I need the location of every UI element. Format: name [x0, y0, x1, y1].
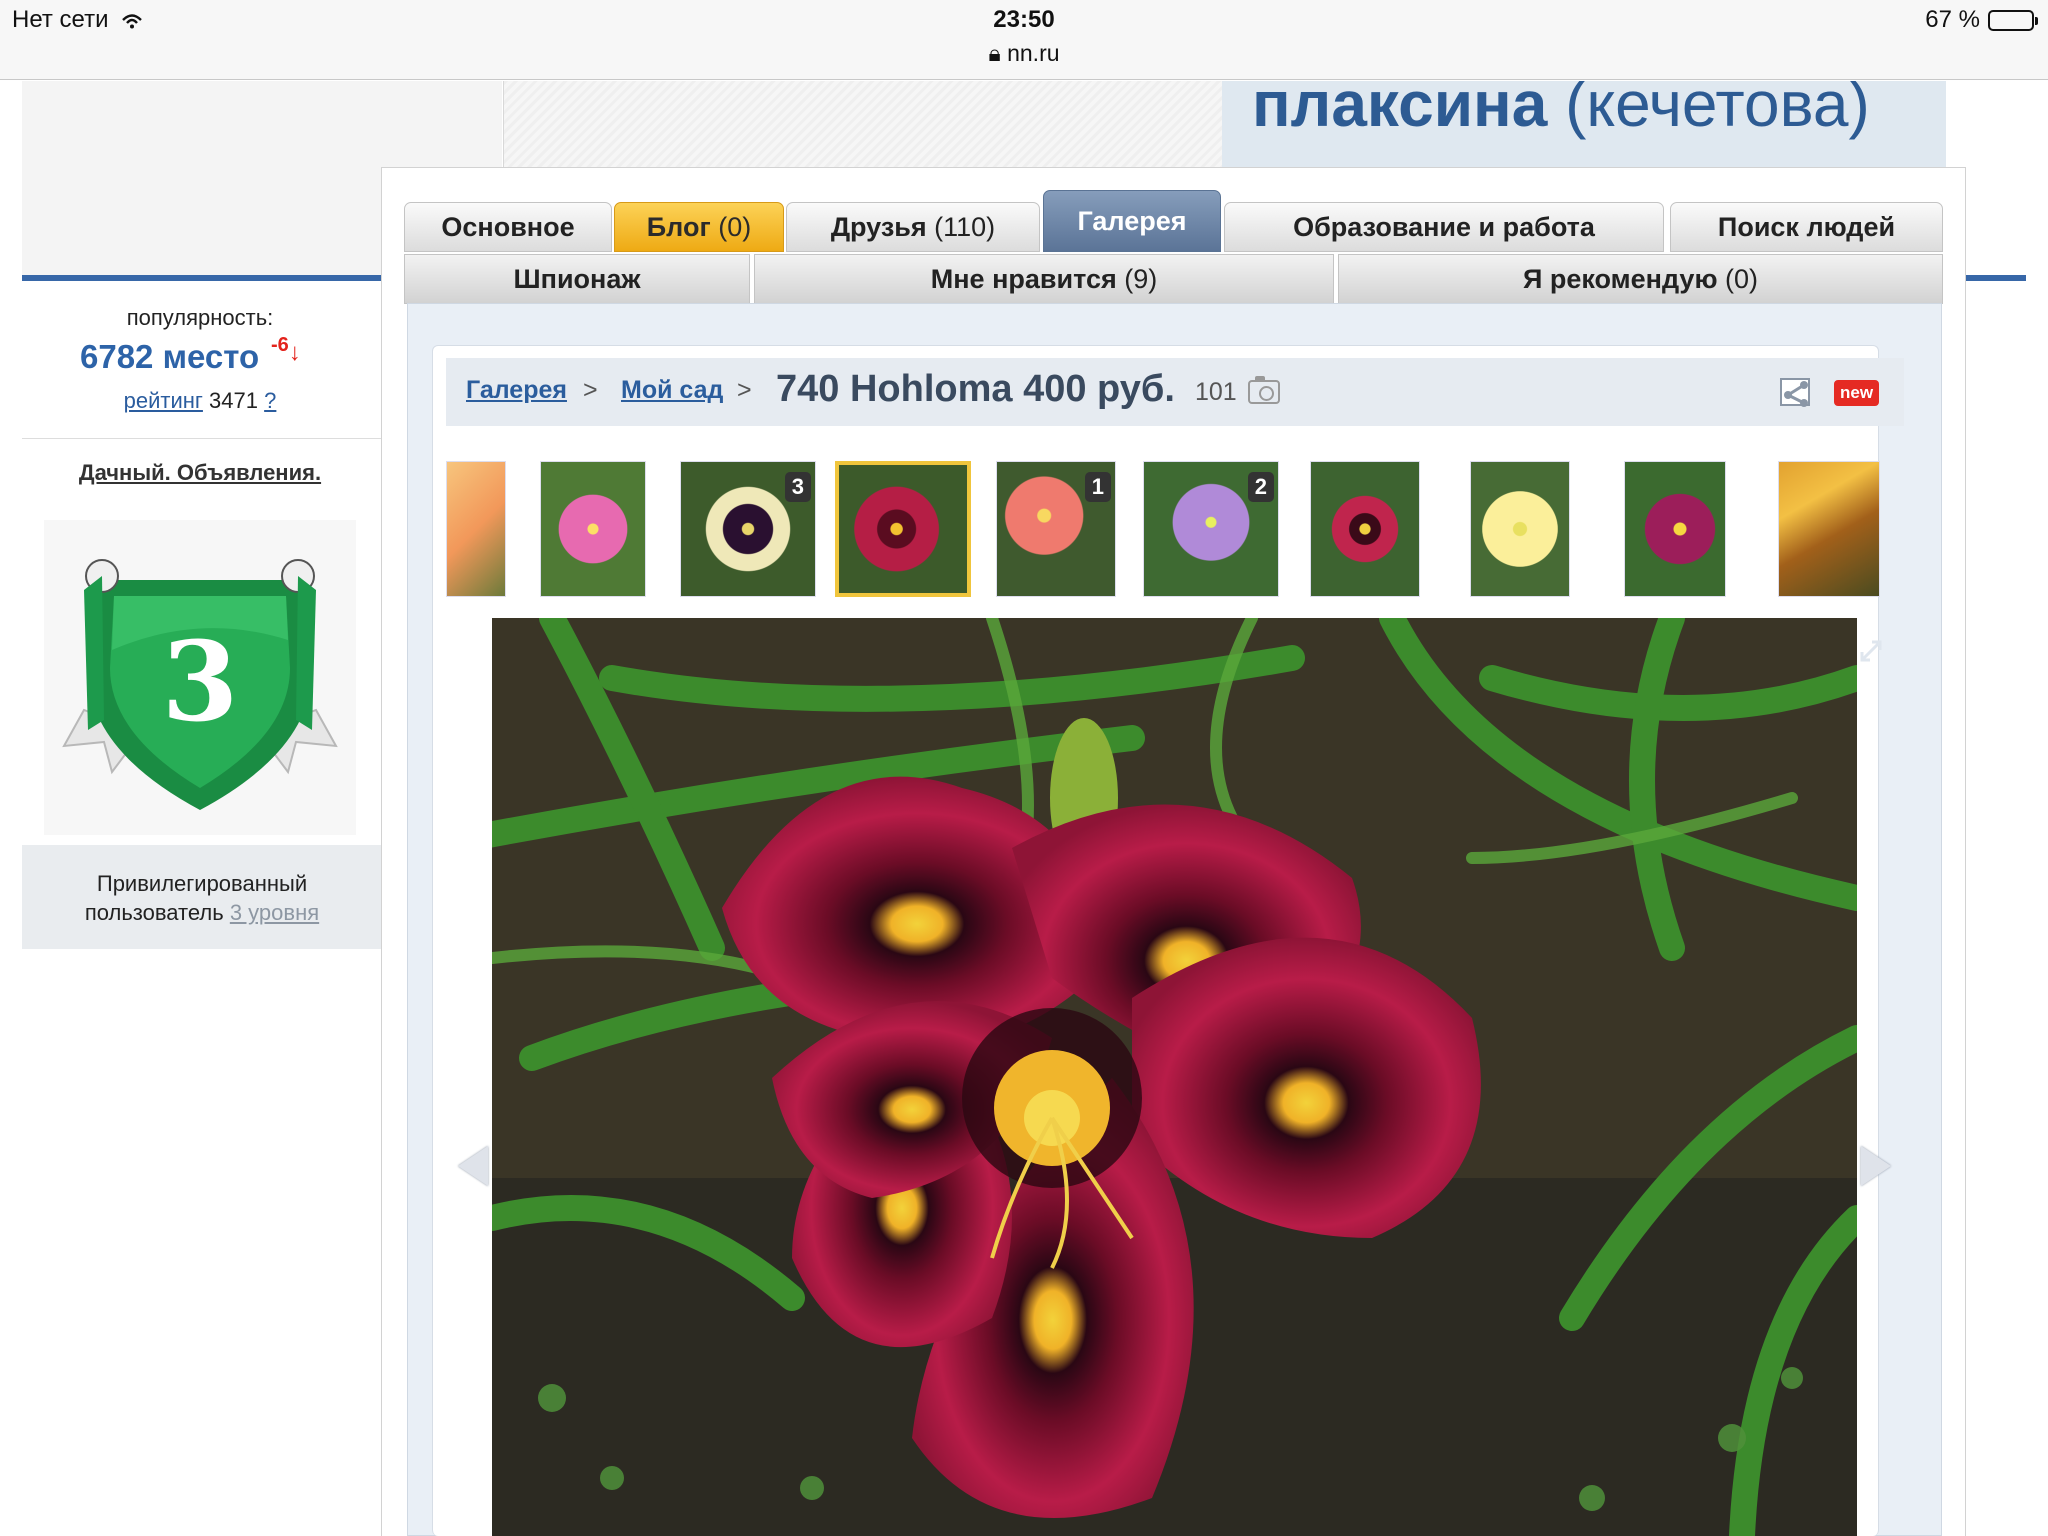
tab-label: Образование и работа: [1293, 211, 1595, 242]
breadcrumb-gallery-link[interactable]: Галерея: [466, 376, 567, 405]
prev-photo-button[interactable]: [458, 1146, 488, 1186]
tab-gallery[interactable]: Галерея: [1043, 190, 1221, 252]
tab-blog[interactable]: Блог (0): [614, 202, 784, 252]
tab-label: Мне нравится: [930, 263, 1117, 294]
new-badge: new: [1834, 380, 1880, 406]
breadcrumb-separator: >: [583, 376, 598, 404]
profile-name: плаксина (кечетова): [1252, 81, 1870, 141]
tab-label: Блог: [646, 211, 711, 242]
shield-badge-icon: 3: [62, 559, 338, 810]
battery-status: 67 %: [1925, 6, 2038, 34]
tab-education-work[interactable]: Образование и работа: [1224, 202, 1664, 252]
thumbnail[interactable]: 1: [996, 461, 1116, 597]
thumb-badge: 3: [784, 472, 811, 502]
rating-link[interactable]: рейтинг: [124, 388, 203, 413]
header-divider-left: [22, 275, 382, 281]
tab-people-search[interactable]: Поиск людей: [1670, 202, 1943, 252]
privileged-line1: Привилегированный: [96, 871, 308, 896]
popularity-place: 6782 место: [80, 338, 260, 375]
tab-label: Шпионаж: [513, 263, 641, 294]
tab-likes[interactable]: Мне нравится (9): [754, 254, 1334, 304]
tab-count: (0): [718, 211, 752, 242]
privileged-user: пользователь: [84, 900, 224, 925]
privileged-level-link[interactable]: 3 уровня: [230, 900, 319, 925]
tab-label: Поиск людей: [1717, 211, 1896, 242]
profile-name-box: плаксина (кечетова): [1222, 81, 1946, 168]
rating-help-link[interactable]: ?: [264, 388, 276, 413]
thumb-badge: 1: [1084, 472, 1111, 502]
photo-title: 740 Hohloma 400 руб.: [776, 368, 1175, 410]
badge-number: 3: [162, 617, 239, 746]
daylily-photo: [492, 618, 1857, 1536]
surname: плаксина: [1252, 81, 1548, 140]
tab-count: (0): [1725, 263, 1759, 294]
main-photo[interactable]: [492, 618, 1857, 1536]
thumbnail[interactable]: [1778, 461, 1880, 597]
thumbnail[interactable]: [1310, 461, 1420, 597]
camera-icon: [1248, 376, 1280, 404]
tab-main[interactable]: Основное: [404, 202, 612, 252]
thumbnail[interactable]: [540, 461, 646, 597]
popularity-delta: -6↓: [271, 334, 301, 367]
header-banner: [503, 81, 1223, 168]
status-bar: Нет сети 23:50 🔒︎ nn.ru 67 %: [0, 0, 2048, 80]
address-bar[interactable]: 🔒︎ nn.ru: [0, 40, 2048, 67]
arrow-down-icon: ↓: [288, 339, 301, 366]
photo-count: 101: [1195, 378, 1237, 406]
tab-label: Друзья: [830, 211, 927, 242]
maiden-name: (кечетова): [1565, 81, 1870, 140]
thumbnail-selected[interactable]: [835, 461, 971, 597]
tab-label: Основное: [441, 211, 575, 242]
battery-icon: [1988, 9, 2038, 31]
thumbnail[interactable]: [1624, 461, 1726, 597]
battery-label: 67 %: [1925, 6, 1980, 33]
thumbnail[interactable]: [1470, 461, 1570, 597]
rating-value: 3471: [209, 388, 258, 413]
tab-count: (9): [1124, 263, 1158, 294]
breadcrumb-album-link[interactable]: Мой сад: [621, 376, 723, 405]
tab-recommend[interactable]: Я рекомендую (0): [1338, 254, 1943, 304]
thumb-badge: 2: [1247, 472, 1274, 502]
privileged-box: Привилегированный пользователь 3 уровня: [22, 845, 382, 949]
thumbnail[interactable]: 2: [1143, 461, 1279, 597]
share-icon[interactable]: [1778, 373, 1814, 409]
tab-count: (110): [934, 211, 996, 242]
thumbnail[interactable]: 3: [680, 461, 816, 597]
clock: 23:50: [993, 6, 1055, 33]
tab-friends[interactable]: Друзья (110): [786, 202, 1040, 252]
level-badge[interactable]: 3: [44, 520, 356, 835]
tab-label: Галерея: [1077, 205, 1187, 236]
delta-value: -6: [271, 334, 289, 356]
url-text: nn.ru: [1007, 40, 1060, 66]
tab-label: Я рекомендую: [1522, 263, 1718, 294]
tab-spy[interactable]: Шпионаж: [404, 254, 750, 304]
thumbnail[interactable]: [446, 461, 506, 597]
fullscreen-icon[interactable]: [1856, 636, 1886, 666]
next-photo-button[interactable]: [1861, 1146, 1891, 1186]
lock-icon: 🔒︎: [988, 40, 1001, 66]
popularity-label: популярность:: [126, 305, 274, 330]
rating-row: рейтинг 3471 ?: [22, 388, 378, 414]
privileged-line2: пользователь 3 уровня: [22, 898, 382, 927]
header-divider-right: [1966, 275, 2026, 281]
sidebar-divider: [22, 438, 382, 439]
breadcrumb-separator: >: [737, 376, 752, 404]
community-link[interactable]: Дачный. Объявления.: [22, 460, 378, 486]
